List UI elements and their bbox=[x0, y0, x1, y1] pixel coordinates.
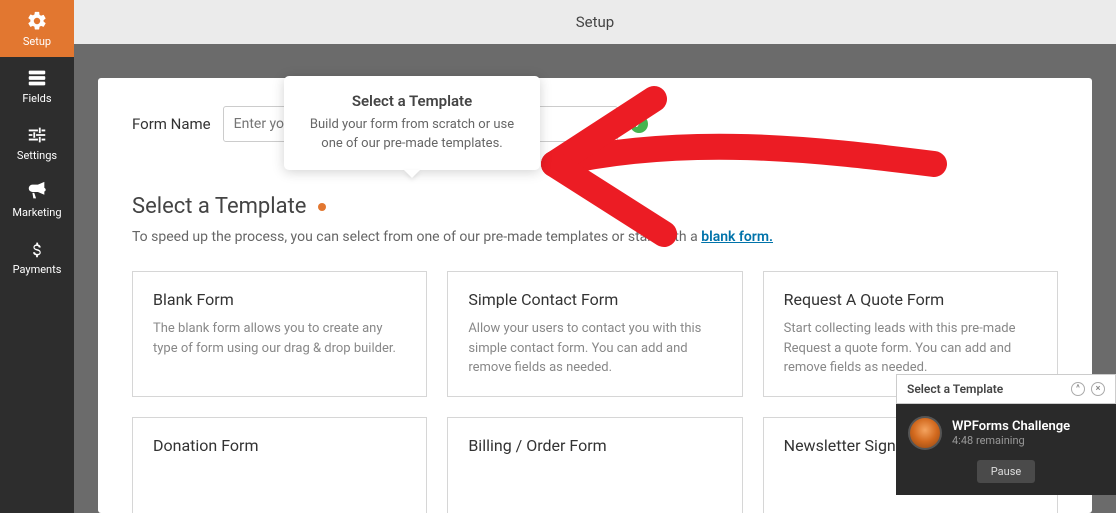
sidebar-item-label: Setup bbox=[23, 35, 51, 48]
form-name-label: Form Name bbox=[132, 115, 211, 133]
sidebar-item-label: Marketing bbox=[12, 206, 61, 219]
template-desc: Start collecting leads with this pre-mad… bbox=[784, 319, 1037, 378]
template-title: Donation Form bbox=[153, 436, 406, 455]
bullhorn-icon bbox=[26, 181, 48, 203]
sidebar-item-label: Settings bbox=[17, 149, 57, 162]
challenge-title: WPForms Challenge bbox=[952, 419, 1070, 434]
builder-sidebar: Setup Fields Settings Marketing Payments bbox=[0, 0, 74, 513]
sidebar-item-fields[interactable]: Fields bbox=[0, 57, 74, 114]
challenge-minimize-icon[interactable]: ^ bbox=[1071, 382, 1085, 396]
sidebar-item-marketing[interactable]: Marketing bbox=[0, 171, 74, 228]
template-desc: Allow your users to contact you with thi… bbox=[468, 319, 721, 378]
section-title: Select a Template bbox=[132, 194, 306, 219]
template-desc: The blank form allows you to create any … bbox=[153, 319, 406, 358]
template-title: Request A Quote Form bbox=[784, 290, 1037, 309]
blank-form-link[interactable]: blank form. bbox=[701, 229, 773, 245]
challenge-header-title: Select a Template bbox=[907, 382, 1003, 396]
template-card-donation[interactable]: Donation Form bbox=[132, 417, 427, 513]
template-title: Blank Form bbox=[153, 290, 406, 309]
challenge-header: Select a Template ^ × bbox=[896, 374, 1116, 404]
sidebar-item-settings[interactable]: Settings bbox=[0, 114, 74, 171]
page-title: Setup bbox=[576, 13, 614, 31]
challenge-tooltip: Select a Template Build your form from s… bbox=[284, 76, 540, 170]
challenge-close-icon[interactable]: × bbox=[1091, 382, 1105, 396]
section-description: To speed up the process, you can select … bbox=[132, 229, 1058, 245]
sidebar-item-payments[interactable]: Payments bbox=[0, 228, 74, 285]
sidebar-item-label: Fields bbox=[22, 92, 51, 105]
sidebar-item-label: Payments bbox=[13, 263, 62, 276]
sidebar-item-setup[interactable]: Setup bbox=[0, 0, 74, 57]
success-check-icon: ✓ bbox=[630, 115, 648, 133]
template-title: Billing / Order Form bbox=[468, 436, 721, 455]
template-title: Simple Contact Form bbox=[468, 290, 721, 309]
mascot-avatar bbox=[908, 416, 942, 450]
template-card-blank-form[interactable]: Blank Form The blank form allows you to … bbox=[132, 271, 427, 397]
template-card-billing[interactable]: Billing / Order Form bbox=[447, 417, 742, 513]
tooltip-title: Select a Template bbox=[302, 92, 522, 110]
challenge-widget: Select a Template ^ × WPForms Challenge … bbox=[896, 374, 1116, 495]
pause-button[interactable]: Pause bbox=[977, 460, 1035, 483]
challenge-remaining: 4:48 remaining bbox=[952, 434, 1070, 447]
topbar: Setup bbox=[74, 0, 1116, 44]
sliders-icon bbox=[26, 124, 48, 146]
dollar-icon bbox=[26, 238, 48, 260]
fields-icon bbox=[26, 67, 48, 89]
tooltip-description: Build your form from scratch or use one … bbox=[302, 116, 522, 154]
template-card-simple-contact[interactable]: Simple Contact Form Allow your users to … bbox=[447, 271, 742, 397]
challenge-marker-dot bbox=[318, 203, 326, 211]
gear-icon bbox=[26, 10, 48, 32]
